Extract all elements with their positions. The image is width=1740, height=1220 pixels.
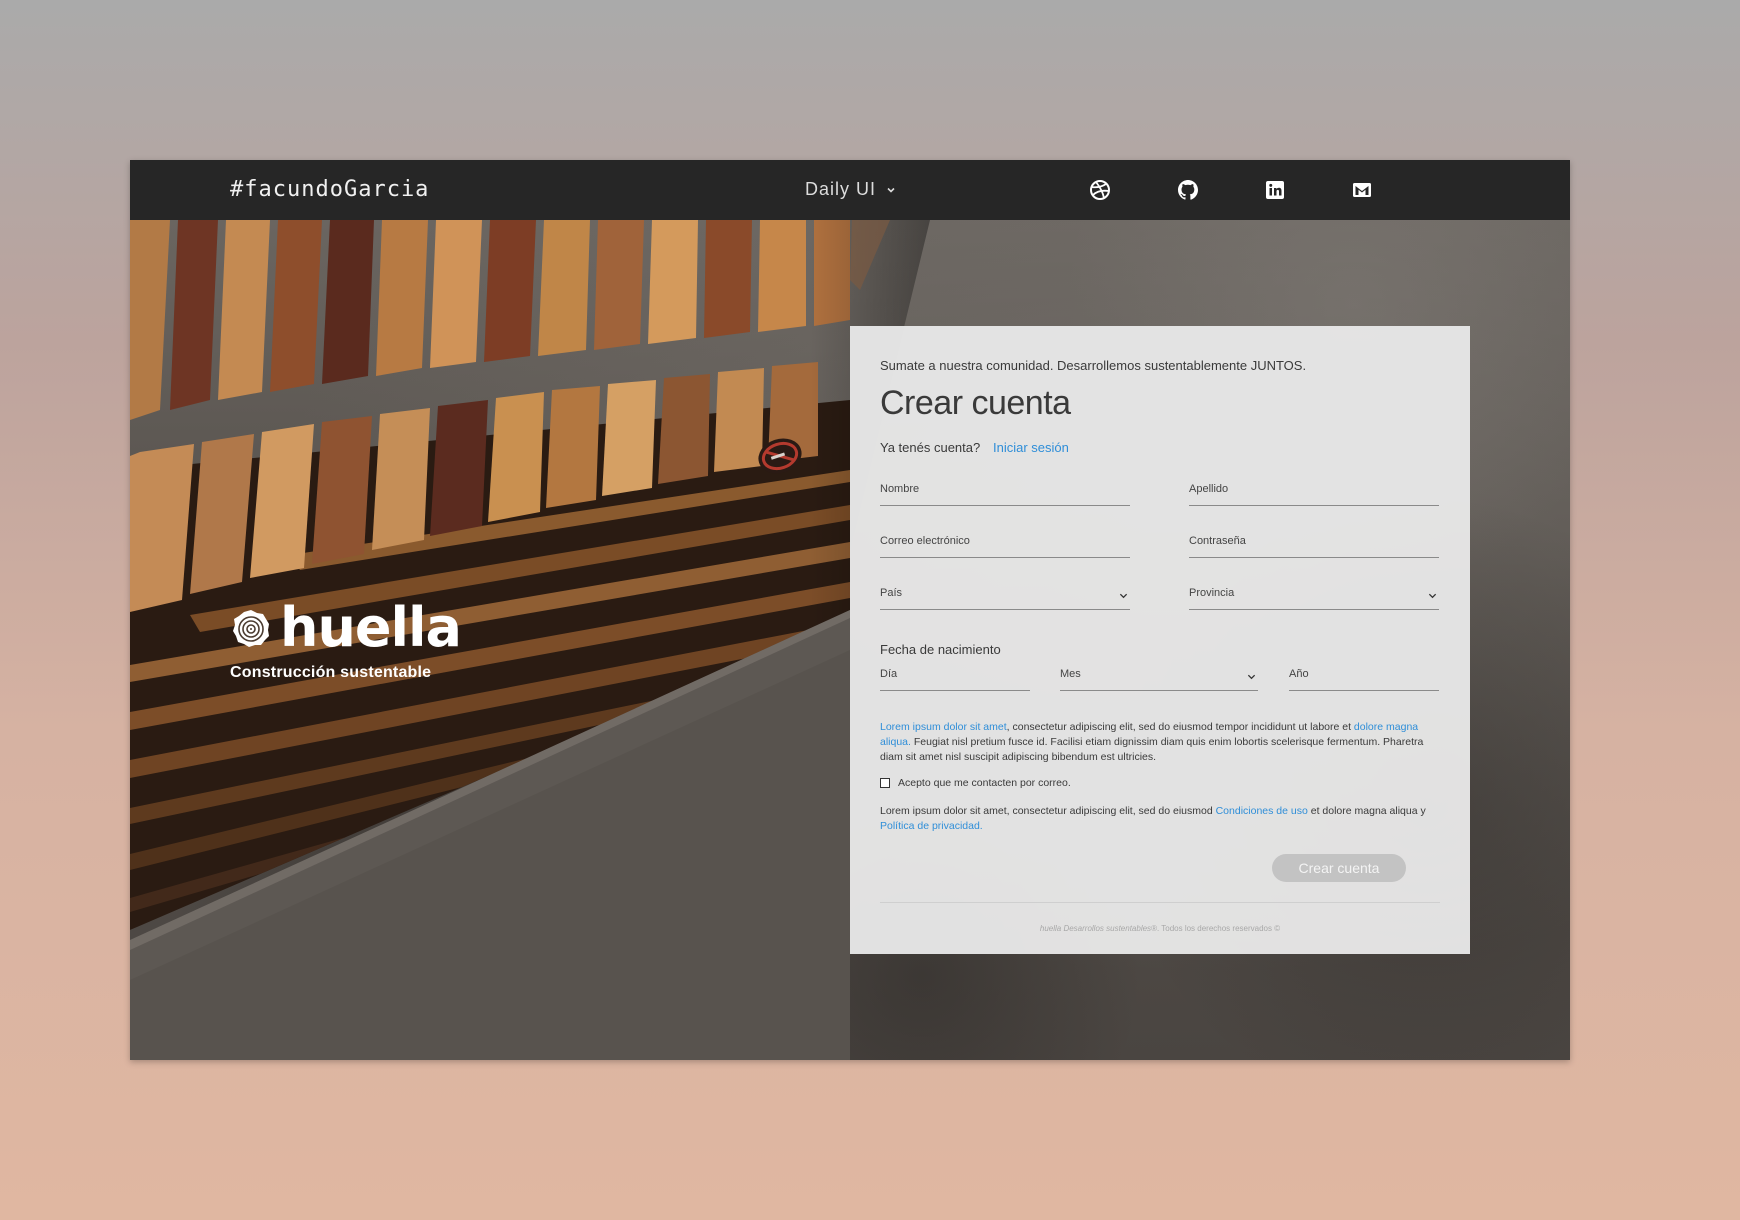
terms-of-use-link[interactable]: Condiciones de uso [1216, 805, 1308, 817]
form-intro-text: Sumate a nuestra comunidad. Desarrollemo… [880, 358, 1307, 373]
province-select[interactable]: Provincia [1189, 587, 1439, 610]
terms-paragraph: Lorem ipsum dolor sit amet, consectetur … [880, 804, 1440, 834]
legal-text-2: Feugiat nisl pretium fusce id. Facilisi … [880, 736, 1424, 763]
country-select-label: País [880, 587, 903, 599]
github-icon[interactable] [1176, 178, 1200, 202]
birth-day-input[interactable] [880, 668, 1030, 680]
footer-rights: . Todos los derechos reservados © [1156, 924, 1281, 933]
chevron-down-icon [1428, 593, 1437, 599]
have-account-text: Ya tenés cuenta? [880, 440, 981, 455]
dribbble-icon[interactable] [1088, 178, 1112, 202]
first-name-field[interactable] [880, 483, 1130, 506]
chevron-down-icon [887, 187, 895, 193]
email-input[interactable] [880, 535, 1130, 547]
create-account-button[interactable]: Crear cuenta [1272, 854, 1406, 882]
birth-month-label: Mes [1060, 668, 1081, 680]
footer-copyright: huella Desarrollos sustentables®. Todos … [850, 924, 1470, 933]
last-name-field[interactable] [1189, 483, 1439, 506]
mail-icon[interactable] [1350, 178, 1374, 202]
brand-logo-block: huella Construcción sustentable [230, 596, 462, 682]
password-input[interactable] [1189, 535, 1439, 547]
birth-day-field[interactable] [880, 668, 1030, 691]
logo-tagline: Construcción sustentable [230, 664, 432, 681]
linkedin-icon[interactable] [1263, 178, 1287, 202]
chevron-down-icon [1119, 593, 1128, 599]
footer-brand: huella Desarrollos sustentables® [1039, 924, 1157, 933]
password-field[interactable] [1189, 535, 1439, 558]
brand-name[interactable]: #facundoGarcia [230, 177, 429, 202]
birth-year-field[interactable] [1289, 668, 1439, 691]
top-navbar: #facundoGarcia Daily UI [130, 160, 1570, 220]
logo-wordmark: huella [280, 596, 462, 659]
app-window: #facundoGarcia Daily UI huella Construcc… [130, 160, 1570, 1060]
chevron-down-icon [1247, 674, 1256, 680]
tree-rings-logo-icon [233, 610, 269, 647]
legal-text-1: , consectetur adipiscing elit, sed do ei… [1006, 721, 1354, 733]
birth-year-input[interactable] [1289, 668, 1439, 680]
signup-form-card: Sumate a nuestra comunidad. Desarrollemo… [850, 326, 1470, 954]
last-name-input[interactable] [1189, 483, 1439, 495]
consent-row[interactable]: Acepto que me contacten por correo. [880, 777, 1071, 789]
province-select-label: Provincia [1189, 587, 1235, 599]
consent-label: Acepto que me contacten por correo. [898, 777, 1071, 789]
form-title: Crear cuenta [880, 384, 1071, 422]
terms-text-2: et dolore magna aliqua y [1307, 805, 1426, 817]
birth-month-select[interactable]: Mes [1060, 668, 1258, 691]
terms-text-1: Lorem ipsum dolor sit amet, consectetur … [880, 805, 1216, 817]
daily-ui-menu[interactable]: Daily UI [805, 179, 896, 200]
country-select[interactable]: País [880, 587, 1130, 610]
lorem-link[interactable]: Lorem ipsum dolor sit amet [880, 721, 1007, 733]
email-field[interactable] [880, 535, 1130, 558]
legal-paragraph: Lorem ipsum dolor sit amet, consectetur … [880, 720, 1440, 765]
menu-label: Daily UI [805, 179, 877, 199]
footer-divider [880, 902, 1440, 903]
birthdate-label: Fecha de nacimiento [880, 642, 1001, 657]
consent-checkbox[interactable] [880, 778, 890, 788]
first-name-input[interactable] [880, 483, 1130, 495]
login-link[interactable]: Iniciar sesión [993, 440, 1069, 455]
privacy-policy-link[interactable]: Política de privacidad. [880, 820, 983, 832]
